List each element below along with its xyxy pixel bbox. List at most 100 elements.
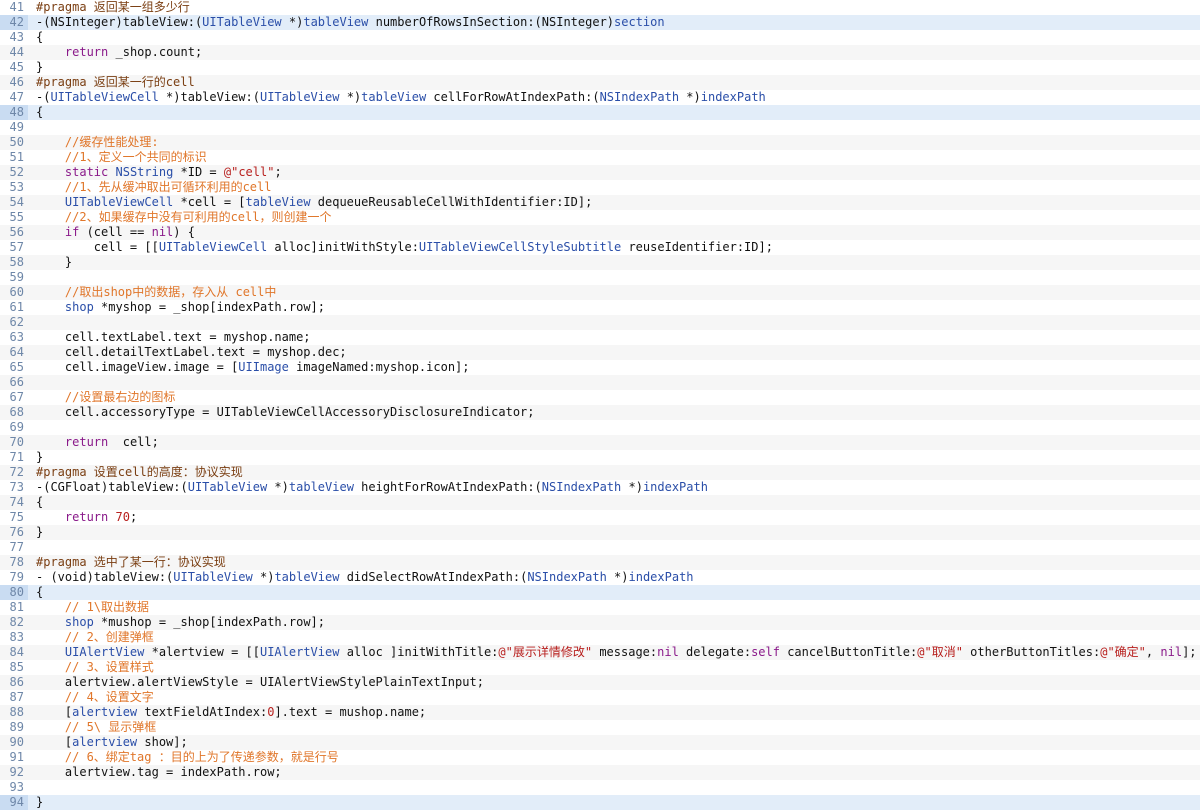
code-line[interactable]: 56 if (cell == nil) { — [0, 225, 1200, 240]
code-line[interactable]: 73 -(CGFloat)tableView:(UITableView *)tab… — [0, 480, 1200, 495]
code-line[interactable]: 94} — [0, 795, 1200, 810]
code-line[interactable]: 52 static NSString *ID = @"cell"; — [0, 165, 1200, 180]
code-line[interactable]: 68 cell.accessoryType = UITableViewCellA… — [0, 405, 1200, 420]
line-number: 55 — [9, 210, 24, 224]
code-line[interactable]: 70 return cell; — [0, 435, 1200, 450]
code-line[interactable]: 41 #pragma 返回某一组多少行 — [0, 0, 1200, 15]
code-line[interactable]: 69 — [0, 420, 1200, 435]
code-token: ; — [274, 165, 282, 179]
code-line[interactable]: 51 //1、定义一个共同的标识 — [0, 150, 1200, 165]
code-token: { — [36, 30, 44, 44]
code-lines[interactable]: 41 #pragma 返回某一组多少行 42 -(NSInteger)tableVie… — [0, 0, 1200, 810]
code-line[interactable]: 55 //2、如果缓存中没有可利用的cell，则创建一个 — [0, 210, 1200, 225]
code-line[interactable]: 79- (void)tableView:(UITableView *)table… — [0, 570, 1200, 585]
code-line[interactable]: 84 UIAlertView *alertview = [[UIAlertVie… — [0, 645, 1200, 660]
code-line[interactable]: 83 // 2、创建弹框 — [0, 630, 1200, 645]
code-line[interactable]: 50 //缓存性能处理: — [0, 135, 1200, 150]
code-token: tableView — [361, 90, 427, 104]
code-token: } — [36, 795, 44, 809]
code-line[interactable]: 74 { — [0, 495, 1200, 510]
code-line[interactable]: 92 alertview.tag = indexPath.row; — [0, 765, 1200, 780]
code-line[interactable]: 63 cell.textLabel.text = myshop.name; — [0, 330, 1200, 345]
code-line[interactable]: 89 // 5\ 显示弹框 — [0, 720, 1200, 735]
code-line[interactable]: 86 alertview.alertViewStyle = UIAlertVie… — [0, 675, 1200, 690]
code-line[interactable]: 65 cell.imageView.image = [UIImage image… — [0, 360, 1200, 375]
code-line[interactable]: 77 — [0, 540, 1200, 555]
code-token: ]; — [1182, 645, 1197, 659]
code-line[interactable]: 42 -(NSInteger)tableView:(UITableView *)t… — [0, 15, 1200, 30]
code-line[interactable]: 90 [alertview show]; — [0, 735, 1200, 750]
line-number: 60 — [9, 285, 24, 299]
code-token: imageNamed:myshop.icon]; — [288, 360, 470, 374]
code-token: show]; — [137, 735, 188, 749]
code-line[interactable]: 93 — [0, 780, 1200, 795]
code-token: // 1\取出数据 — [64, 600, 150, 614]
line-number: 59 — [9, 270, 24, 284]
code-token: shop — [64, 300, 94, 314]
code-line[interactable]: 46 #pragma 返回某一行的cell — [0, 75, 1200, 90]
code-line[interactable]: 76} — [0, 525, 1200, 540]
code-text: //缓存性能处理: — [36, 135, 1200, 150]
code-line[interactable]: 91 // 6、绑定tag ：目的上为了传递参数，就是行号 — [0, 750, 1200, 765]
code-text: alertview.tag = indexPath.row; — [36, 765, 1200, 780]
code-token: tableView — [274, 570, 340, 584]
code-token: , — [1145, 645, 1161, 659]
code-text: } — [36, 450, 1200, 465]
code-line[interactable]: 85 // 3、设置样式 — [0, 660, 1200, 675]
code-text: cell.detailTextLabel.text = myshop.dec; — [36, 345, 1200, 360]
code-token: //缓存性能处理: — [64, 135, 159, 149]
code-line[interactable]: 87 // 4、设置文字 — [0, 690, 1200, 705]
line-number: 91 — [9, 750, 24, 764]
code-token: UITableView — [187, 480, 268, 494]
line-number: 88 — [9, 705, 24, 719]
code-line[interactable]: 45} — [0, 60, 1200, 75]
code-line[interactable]: 67 //设置最右边的图标 — [0, 390, 1200, 405]
code-text: { — [36, 30, 1200, 45]
code-line[interactable]: 78 #pragma 选中了某一行：协议实现 — [0, 555, 1200, 570]
code-token: *myshop = _shop[indexPath.row]; — [93, 300, 325, 314]
code-line[interactable]: 43 { — [0, 30, 1200, 45]
code-line[interactable]: 66 — [0, 375, 1200, 390]
line-number: 61 — [9, 300, 24, 314]
code-text: return 70; — [36, 510, 1200, 525]
code-text: cell.accessoryType = UITableViewCellAcce… — [36, 405, 1200, 420]
code-line[interactable]: 80 { — [0, 585, 1200, 600]
code-line[interactable]: 47 -(UITableViewCell *)tableView:(UITable… — [0, 90, 1200, 105]
code-line[interactable]: 62 — [0, 315, 1200, 330]
code-token: UITableViewCell — [64, 195, 174, 209]
code-line[interactable]: 75 return 70; — [0, 510, 1200, 525]
code-token: -(NSInteger)tableView:( — [36, 15, 203, 29]
line-number: 90 — [9, 735, 24, 749]
code-line[interactable]: 53 //1、先从缓冲取出可循环利用的cell — [0, 180, 1200, 195]
code-line[interactable]: 48 { — [0, 105, 1200, 120]
code-line[interactable]: 64 cell.detailTextLabel.text = myshop.de… — [0, 345, 1200, 360]
code-line[interactable]: 60 //取出shop中的数据，存入从 cell中 — [0, 285, 1200, 300]
line-number: 70 — [9, 435, 24, 449]
line-number: 79 — [9, 570, 24, 584]
code-text: -(CGFloat)tableView:(UITableView *)table… — [36, 480, 1200, 495]
code-text: return _shop.count; — [36, 45, 1200, 60]
code-line[interactable]: 61 shop *myshop = _shop[indexPath.row]; — [0, 300, 1200, 315]
code-token: alertview.tag = indexPath.row; — [36, 765, 282, 779]
code-line[interactable]: 82 shop *mushop = _shop[indexPath.row]; — [0, 615, 1200, 630]
code-editor[interactable]: 41 #pragma 返回某一组多少行 42 -(NSInteger)tableVie… — [0, 0, 1200, 810]
code-token: //2、如果缓存中没有可利用的cell，则创建一个 — [64, 210, 332, 224]
code-line[interactable]: 44 return _shop.count; — [0, 45, 1200, 60]
code-line[interactable]: 59 — [0, 270, 1200, 285]
code-line[interactable]: 71} — [0, 450, 1200, 465]
code-line[interactable]: 57 cell = [[UITableViewCell alloc]initWi… — [0, 240, 1200, 255]
code-line[interactable]: 54 UITableViewCell *cell = [tableView de… — [0, 195, 1200, 210]
code-line[interactable]: 88 [alertview textFieldAtIndex:0].text =… — [0, 705, 1200, 720]
code-line[interactable]: 81 // 1\取出数据 — [0, 600, 1200, 615]
code-line[interactable]: 72 #pragma 设置cell的高度：协议实现 — [0, 465, 1200, 480]
code-line[interactable]: 58 } — [0, 255, 1200, 270]
code-line[interactable]: 49 — [0, 120, 1200, 135]
line-number: 67 — [9, 390, 24, 404]
code-token: 选中了某一行：协议实现 — [86, 555, 226, 569]
code-token: static — [64, 165, 109, 179]
